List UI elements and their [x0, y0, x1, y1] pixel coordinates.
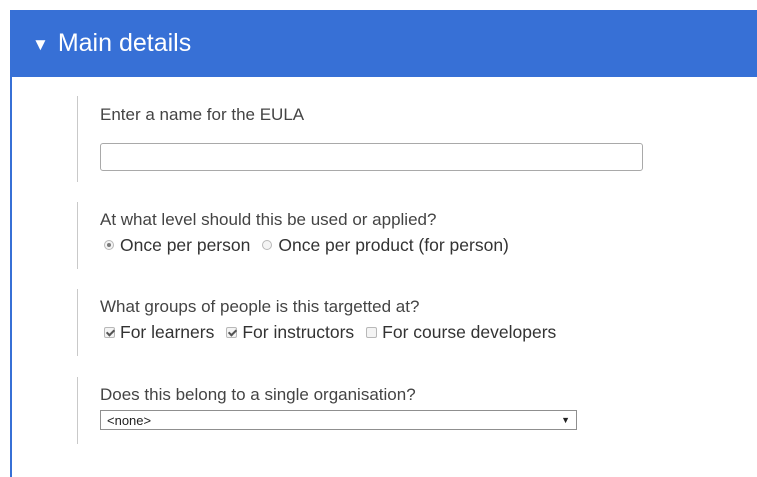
- checkbox-course-developers[interactable]: For course developers: [362, 322, 556, 342]
- checkbox-learners[interactable]: For learners: [100, 322, 214, 342]
- level-label: At what level should this be used or app…: [100, 210, 437, 229]
- panel-border: [10, 10, 12, 477]
- checkbox-label: For course developers: [382, 322, 557, 342]
- collapse-caret-icon[interactable]: ▼: [32, 36, 49, 53]
- organisation-selected-value: <none>: [107, 412, 152, 428]
- groups-checkbox-group: For learners For instructors For course …: [100, 322, 564, 342]
- groups-label: What groups of people is this targetted …: [100, 297, 420, 316]
- radio-label: Once per product (for person): [278, 235, 509, 255]
- radio-button-checked[interactable]: [104, 240, 114, 250]
- level-field: At what level should this be used or app…: [77, 202, 517, 269]
- level-radio-group: Once per person Once per product (for pe…: [100, 235, 517, 255]
- radio-once-per-person[interactable]: Once per person: [100, 235, 250, 255]
- radio-button[interactable]: [262, 240, 273, 250]
- main-details-header[interactable]: ▼ Main details: [10, 10, 757, 77]
- checkbox-checked[interactable]: [104, 326, 115, 338]
- organisation-label: Does this belong to a single organisatio…: [100, 385, 416, 404]
- checkbox-instructors[interactable]: For instructors: [222, 322, 354, 342]
- organisation-select[interactable]: <none> ▼: [100, 410, 577, 430]
- dropdown-arrow-icon[interactable]: ▼: [561, 415, 570, 425]
- radio-once-per-product[interactable]: Once per product (for person): [258, 235, 509, 255]
- panel-title: Main details: [57, 29, 192, 57]
- checkbox[interactable]: [366, 326, 378, 338]
- checkbox-label: For instructors: [242, 322, 355, 342]
- organisation-field: Does this belong to a single organisatio…: [77, 377, 577, 444]
- groups-field: What groups of people is this targetted …: [77, 289, 564, 356]
- eula-name-field: Enter a name for the EULA: [77, 96, 643, 182]
- eula-name-label: Enter a name for the EULA: [100, 105, 305, 124]
- main-details-panel: ▼ Main details Enter a name for the EULA…: [10, 10, 757, 477]
- checkbox-checked[interactable]: [226, 326, 238, 338]
- radio-label: Once per person: [120, 235, 251, 255]
- checkbox-label: For learners: [120, 322, 215, 342]
- eula-name-input[interactable]: [100, 143, 643, 171]
